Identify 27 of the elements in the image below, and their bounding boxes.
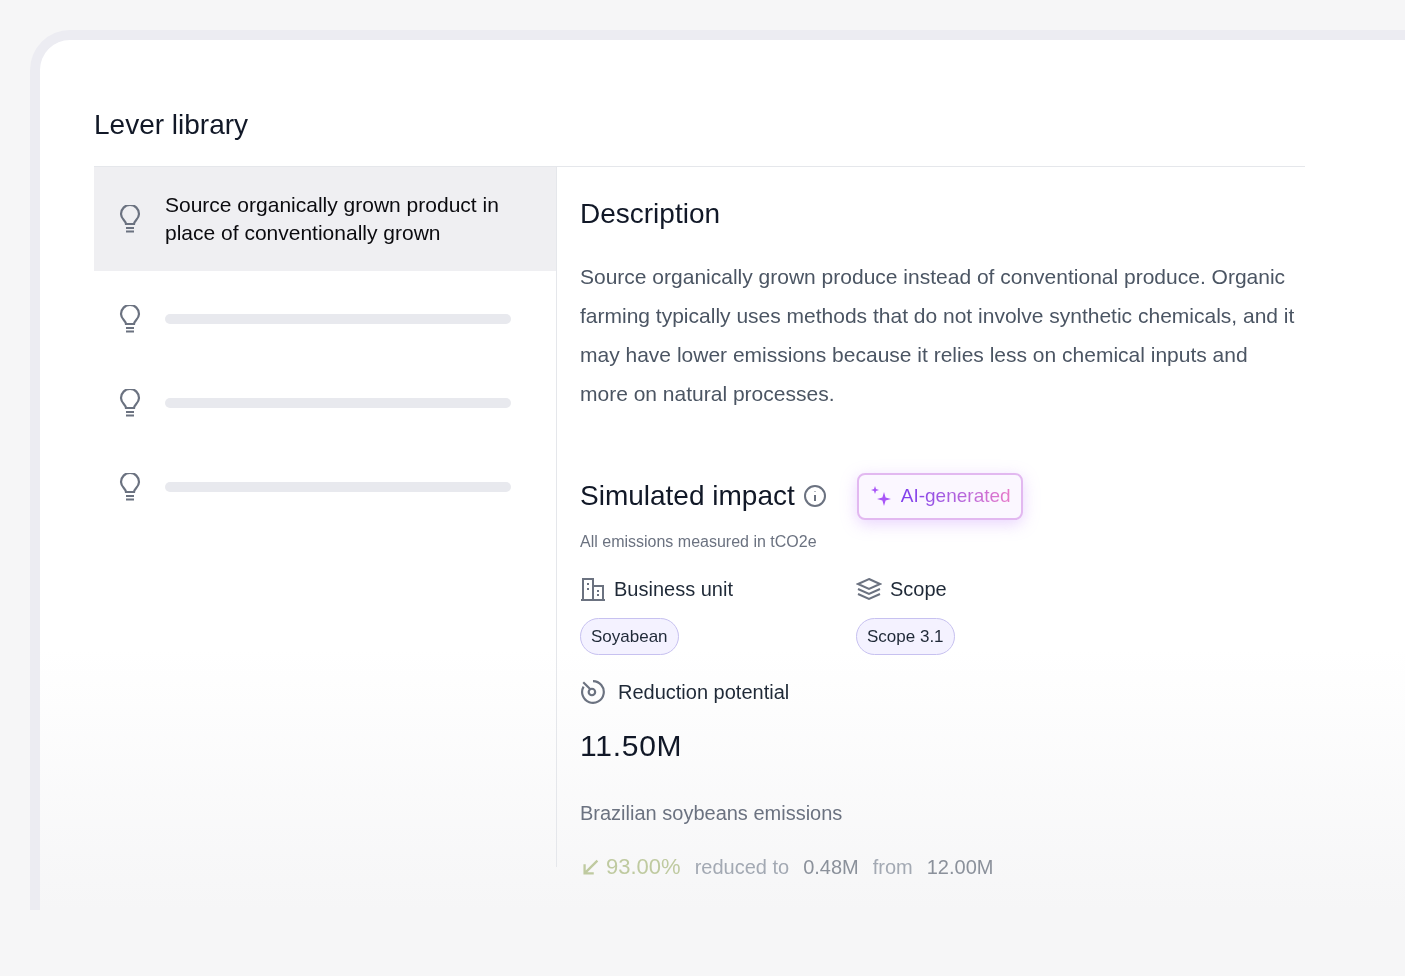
lightbulb-icon <box>119 205 141 233</box>
lightbulb-icon <box>119 389 141 417</box>
section-heading: Simulated impact <box>580 479 795 514</box>
field-label: Business unit <box>614 576 733 602</box>
target-icon <box>580 679 606 705</box>
lightbulb-icon <box>119 305 141 333</box>
reduced-label: reduced to <box>694 854 790 880</box>
page-title: Lever library <box>94 108 250 142</box>
reduction-percent: 93.00% <box>606 853 681 881</box>
reduced-value: 0.48M <box>803 854 859 880</box>
field-label: Reduction potential <box>618 680 790 705</box>
lightbulb-icon <box>119 473 141 501</box>
ai-badge: AI-generated <box>856 473 1023 520</box>
description-text: Source organically grown produce instead of conventional produce. Organic farming typically uses methods that do not involve synthetic chemicals, and it may have lower emissions because it relies less on chemical inputs and more on natural processes. <box>580 264 1295 407</box>
layers-icon <box>856 576 882 601</box>
reduction-value: 11.50M <box>580 728 684 764</box>
emissions-source: Brazilian soybeans emissions <box>580 801 844 826</box>
value-tag: Scope 3.1 <box>856 617 955 655</box>
building-icon <box>580 576 606 601</box>
lever-item[interactable]: Source organically grown product in place of conventionally grown <box>94 167 556 271</box>
info-icon <box>802 484 827 509</box>
from-value: 12.00M <box>926 854 994 880</box>
value-tag: Soyabean <box>580 617 679 655</box>
field-label: Scope <box>890 576 947 602</box>
from-label: from <box>872 854 913 880</box>
section-heading: Description <box>580 197 722 231</box>
units-note: All emissions measured in tCO2e <box>580 531 818 552</box>
